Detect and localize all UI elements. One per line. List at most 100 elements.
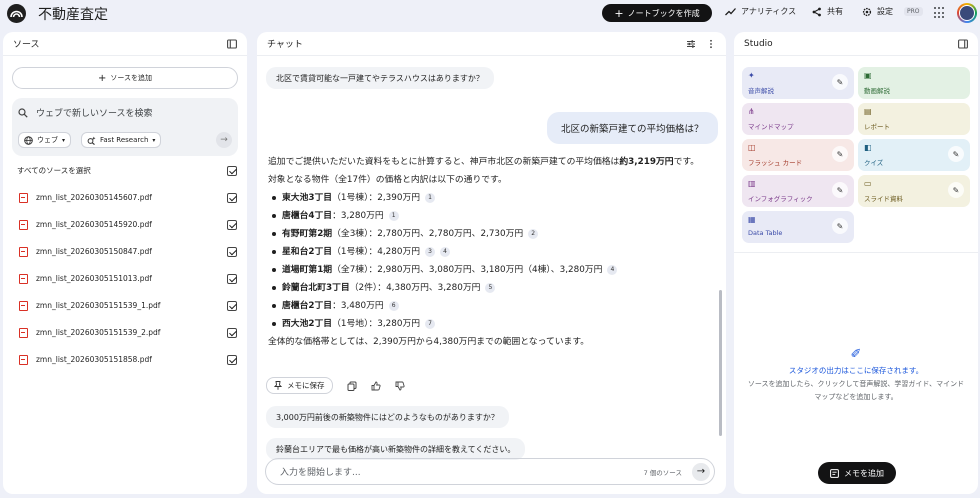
source-name: zmn_list_20260305145920.pdf bbox=[36, 220, 152, 229]
copy-icon[interactable] bbox=[347, 381, 357, 391]
studio-tile-slides[interactable]: ▭ スライド資料 ✎ bbox=[858, 175, 970, 207]
tune-icon[interactable] bbox=[686, 39, 696, 49]
send-button[interactable]: → bbox=[692, 462, 710, 481]
citation-badge[interactable]: 3 bbox=[425, 247, 436, 257]
slides-icon: ▭ bbox=[864, 179, 872, 188]
answer-outro: 全体的な価格帯としては、2,390万円から4,380万円までの範囲となっています… bbox=[268, 337, 590, 347]
edit-icon[interactable]: ✎ bbox=[832, 74, 848, 90]
account-avatar[interactable] bbox=[957, 3, 977, 23]
citation-badge[interactable]: 5 bbox=[485, 283, 496, 293]
studio-tile-mindmap[interactable]: ⋔ マインドマップ bbox=[742, 103, 854, 135]
studio-tile-data-table[interactable]: ▦ Data Table ✎ bbox=[742, 211, 854, 243]
web-dropdown[interactable]: ウェブ ▾ bbox=[18, 132, 72, 148]
studio-divider bbox=[734, 252, 978, 253]
studio-tile-audio-overview[interactable]: ✦ 音声解説 ✎ bbox=[742, 67, 854, 99]
citation-badge[interactable]: 2 bbox=[528, 229, 539, 239]
share-label: 共有 bbox=[827, 7, 843, 16]
citation-badge[interactable]: 6 bbox=[388, 301, 399, 311]
search-input[interactable]: ウェブで新しいソースを検索 bbox=[36, 106, 153, 119]
pdf-icon bbox=[19, 192, 28, 203]
share-button[interactable]: 共有 bbox=[812, 6, 843, 17]
source-checkbox[interactable] bbox=[227, 327, 237, 338]
property-name: 道場町第1期 bbox=[282, 265, 333, 275]
source-name: zmn_list_20260305151013.pdf bbox=[36, 274, 152, 283]
select-all-checkbox[interactable] bbox=[227, 165, 237, 176]
property-name: 唐櫃台2丁目 bbox=[282, 301, 333, 311]
studio-tile-flashcards[interactable]: ◫ フラッシュ カード ✎ bbox=[742, 139, 854, 171]
citation-badge[interactable]: 1 bbox=[388, 211, 399, 221]
save-to-note-button[interactable]: メモに保存 bbox=[266, 377, 333, 394]
source-name: zmn_list_20260305151539_1.pdf bbox=[36, 301, 161, 310]
chat-input[interactable]: 入力を開始します... bbox=[280, 465, 644, 478]
studio-tile-report[interactable]: ▤ レポート bbox=[858, 103, 970, 135]
chat-input-box[interactable]: 入力を開始します... 7 個のソース → bbox=[265, 458, 715, 485]
research-mode-dropdown[interactable]: Fast Research ▾ bbox=[81, 132, 162, 148]
source-item[interactable]: zmn_list_20260305151013.pdf bbox=[17, 265, 237, 292]
property-name: 東大池3丁目 bbox=[282, 193, 333, 203]
previous-question: 北区で賃貸可能な一戸建てやテラスハウスはありますか？ bbox=[266, 67, 494, 89]
studio-tile-video-overview[interactable]: ▣ 動画解説 bbox=[858, 67, 970, 99]
source-item[interactable]: zmn_list_20260305151539_1.pdf bbox=[17, 292, 237, 319]
edit-icon[interactable]: ✎ bbox=[832, 182, 848, 198]
edit-icon[interactable]: ✎ bbox=[948, 146, 964, 162]
trend-icon bbox=[725, 8, 736, 16]
source-checkbox[interactable] bbox=[227, 273, 237, 284]
source-checkbox[interactable] bbox=[227, 246, 237, 257]
search-submit-button[interactable]: → bbox=[216, 132, 232, 148]
create-notebook-label: ノートブックを作成 bbox=[627, 8, 700, 18]
edit-icon[interactable]: ✎ bbox=[832, 146, 848, 162]
settings-button[interactable]: 設定 bbox=[862, 6, 893, 17]
search-row[interactable]: ウェブで新しいソースを検索 bbox=[18, 106, 153, 119]
property-name: 鈴蘭台北町3丁目 bbox=[282, 283, 350, 293]
create-notebook-button[interactable]: + ノートブックを作成 bbox=[602, 4, 712, 22]
thumbs-up-icon[interactable] bbox=[371, 381, 381, 391]
studio-panel: Studio ✦ 音声解説 ✎ ▣ 動画解説 ⋔ マインドマップ ▤ レポート … bbox=[734, 32, 978, 494]
answer-intro-end: です。 bbox=[673, 157, 700, 167]
citation-badge[interactable]: 7 bbox=[425, 319, 436, 329]
add-note-button[interactable]: メモを追加 bbox=[818, 462, 896, 484]
save-memo-label: メモに保存 bbox=[287, 381, 325, 390]
notebooklm-logo-icon[interactable] bbox=[7, 4, 26, 23]
analytics-button[interactable]: アナリティクス bbox=[725, 6, 796, 17]
collapse-panel-icon[interactable] bbox=[227, 38, 237, 49]
source-checkbox[interactable] bbox=[227, 300, 237, 311]
add-note-label: メモを追加 bbox=[844, 468, 884, 478]
edit-icon[interactable]: ✎ bbox=[832, 218, 848, 234]
chevron-down-icon: ▾ bbox=[62, 136, 66, 144]
pdf-icon bbox=[19, 219, 28, 230]
source-checkbox[interactable] bbox=[227, 219, 237, 230]
tile-label: Data Table bbox=[748, 229, 783, 237]
suggested-question[interactable]: 3,000万円前後の新築物件にはどのようなものがありますか？ bbox=[266, 406, 509, 428]
studio-tile-quiz[interactable]: ◧ クイズ ✎ bbox=[858, 139, 970, 171]
citation-badge[interactable]: 1 bbox=[425, 193, 436, 203]
source-item[interactable]: zmn_list_20260305145607.pdf bbox=[17, 184, 237, 211]
add-source-button[interactable]: + ソースを追加 bbox=[12, 67, 238, 89]
apps-grid-icon[interactable] bbox=[934, 7, 946, 19]
avatar-image bbox=[959, 5, 975, 21]
web-chip-label: ウェブ bbox=[37, 136, 58, 144]
chat-scrollbar[interactable] bbox=[719, 290, 722, 436]
citation-badge[interactable]: 4 bbox=[607, 265, 618, 275]
source-checkbox[interactable] bbox=[227, 354, 237, 365]
edit-icon[interactable]: ✎ bbox=[948, 182, 964, 198]
notebook-title[interactable]: 不動産査定 bbox=[38, 4, 108, 24]
suggested-question[interactable]: 鈴蘭台エリアで最も価格が高い新築物件の詳細を教えてください。 bbox=[266, 438, 526, 460]
source-item[interactable]: zmn_list_20260305150847.pdf bbox=[17, 238, 237, 265]
property-name: 西大池2丁目 bbox=[282, 319, 333, 329]
property-name: 星和台2丁目 bbox=[282, 247, 333, 257]
more-vert-icon[interactable] bbox=[706, 39, 716, 49]
tile-label: レポート bbox=[864, 123, 890, 131]
studio-title: Studio bbox=[744, 38, 773, 49]
source-item[interactable]: zmn_list_20260305151539_2.pdf bbox=[17, 319, 237, 346]
select-all-sources-row[interactable]: すべてのソースを選択 bbox=[17, 165, 237, 176]
sources-title: ソース bbox=[13, 40, 40, 50]
source-item[interactable]: zmn_list_20260305151858.pdf bbox=[17, 346, 237, 373]
studio-tile-infographic[interactable]: ▥ インフォグラフィック ✎ bbox=[742, 175, 854, 207]
thumbs-down-icon[interactable] bbox=[395, 381, 405, 391]
source-item[interactable]: zmn_list_20260305145920.pdf bbox=[17, 211, 237, 238]
source-checkbox[interactable] bbox=[227, 192, 237, 203]
citation-badge[interactable]: 4 bbox=[440, 247, 451, 257]
collapse-panel-icon[interactable] bbox=[958, 38, 968, 49]
property-item: 有野町第2期 （全3棟）：2,780万円、2,780万円、2,730万円 2 bbox=[268, 225, 708, 243]
tile-label: 音声解説 bbox=[748, 87, 774, 95]
